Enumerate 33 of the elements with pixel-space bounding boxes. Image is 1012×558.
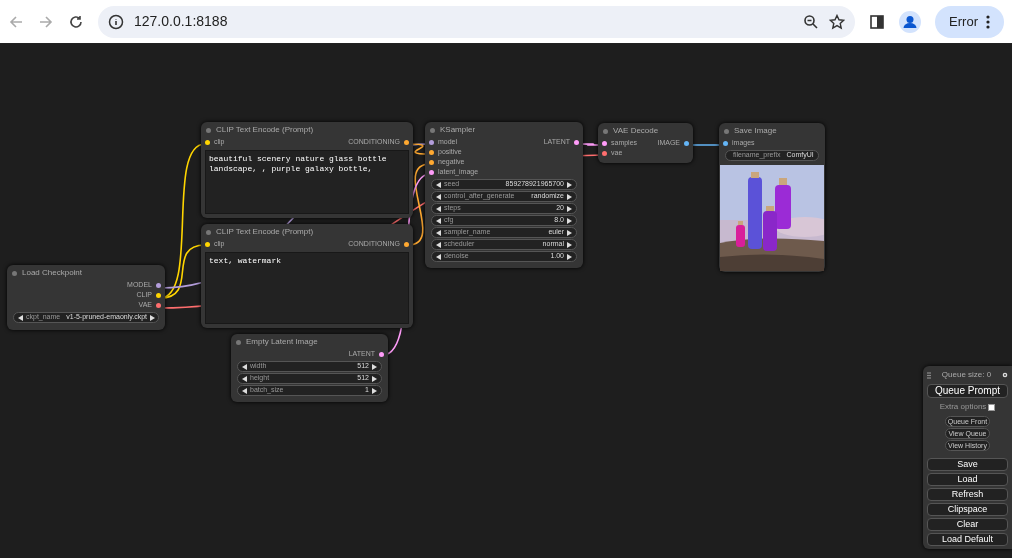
extra-options-label: Extra options: [939, 401, 987, 413]
menu-button[interactable]: Load Default: [927, 533, 1008, 546]
url-text: 127.0.0.1:8188: [134, 12, 229, 31]
queue-prompt-button[interactable]: Queue Prompt: [927, 384, 1008, 398]
extra-options-checkbox[interactable]: [988, 403, 996, 411]
node-title: Save Image: [734, 125, 777, 137]
profile-error-button[interactable]: Error: [935, 5, 1004, 38]
zoom-icon[interactable]: [803, 13, 820, 30]
side-panel-icon[interactable]: [869, 13, 886, 30]
node-title: Empty Latent Image: [246, 336, 318, 348]
queue-size-text: Queue size: 0: [941, 369, 992, 381]
more-icon[interactable]: [986, 14, 990, 29]
menu-button[interactable]: Load: [927, 473, 1008, 486]
prompt-textarea[interactable]: beautiful scenery nature glass bottle landscape, , purple galaxy bottle,: [205, 150, 409, 214]
star-icon[interactable]: [829, 13, 846, 30]
menu-button[interactable]: Clear: [927, 518, 1008, 531]
node-title: KSampler: [440, 124, 476, 136]
node-title: VAE Decode: [613, 125, 659, 137]
node-title: CLIP Text Encode (Prompt): [216, 124, 314, 136]
prompt-textarea[interactable]: text, watermark: [205, 252, 409, 324]
menu-button[interactable]: Clipspace: [927, 503, 1008, 516]
profile-icon[interactable]: [899, 10, 922, 33]
info-icon[interactable]: [108, 13, 124, 30]
menu-button[interactable]: Save: [927, 458, 1008, 471]
menu-button[interactable]: Refresh: [927, 488, 1008, 501]
drag-handle-icon[interactable]: [927, 371, 931, 379]
decrement-arrow-icon[interactable]: [18, 314, 23, 321]
address-bar[interactable]: 127.0.0.1:8188: [98, 5, 856, 38]
settings-icon[interactable]: [1002, 372, 1008, 378]
reload-icon[interactable]: [68, 13, 84, 30]
node-title: Load Checkpoint: [22, 267, 83, 279]
node-title: CLIP Text Encode (Prompt): [216, 226, 314, 238]
increment-arrow-icon[interactable]: [150, 314, 156, 321]
